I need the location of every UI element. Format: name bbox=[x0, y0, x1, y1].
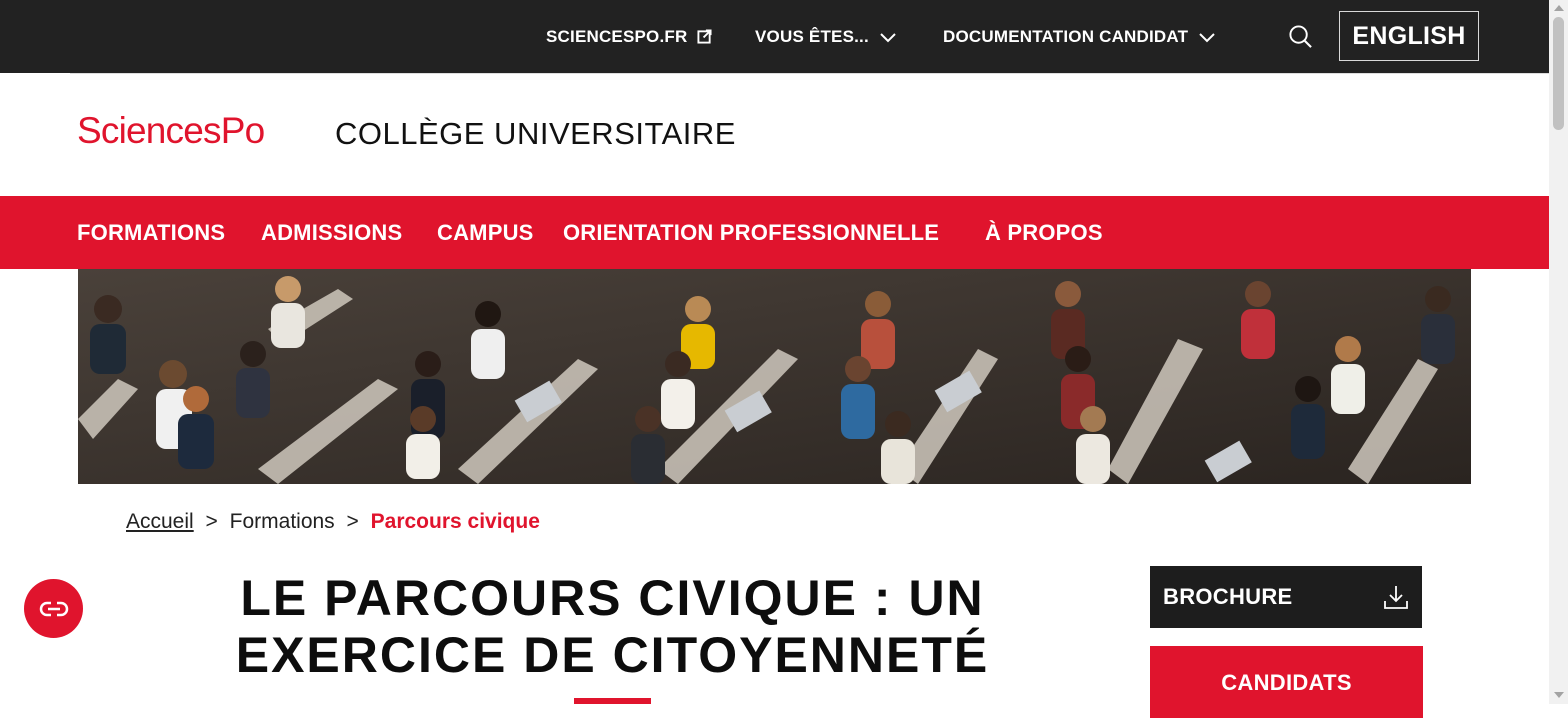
chevron-down-icon bbox=[1199, 32, 1215, 42]
breadcrumb-separator: > bbox=[205, 510, 218, 533]
top-utility-bar: SCIENCESPO.FR VOUS ÊTES... DOCUMENTATION… bbox=[0, 0, 1549, 73]
brochure-download-button[interactable]: BROCHURE bbox=[1150, 566, 1422, 628]
breadcrumb-formations: Formations bbox=[229, 510, 335, 533]
language-switch-button[interactable]: ENGLISH bbox=[1339, 11, 1479, 61]
page-scrollbar[interactable] bbox=[1549, 0, 1568, 704]
documentation-label: DOCUMENTATION CANDIDAT bbox=[943, 26, 1189, 46]
page-title-line-1: LE PARCOURS CIVIQUE : UN bbox=[240, 570, 985, 626]
divider bbox=[70, 73, 1549, 74]
sciencespo-link[interactable]: SCIENCESPO.FR bbox=[546, 0, 712, 73]
breadcrumb-current: Parcours civique bbox=[370, 510, 540, 533]
page-title-line-2: EXERCICE DE CITOYENNETÉ bbox=[235, 627, 990, 683]
scroll-thumb[interactable] bbox=[1553, 17, 1564, 130]
search-button[interactable] bbox=[1278, 0, 1313, 73]
title-accent-rule bbox=[574, 698, 651, 704]
vous-etes-label: VOUS ÊTES... bbox=[755, 26, 869, 46]
sciencespo-logo[interactable]: SciencesPo bbox=[77, 110, 265, 152]
nav-item-campus[interactable]: CAMPUS bbox=[437, 196, 534, 269]
candidats-button[interactable]: CANDIDATS bbox=[1150, 646, 1423, 718]
search-icon bbox=[1289, 25, 1312, 48]
chat-button[interactable] bbox=[24, 579, 83, 638]
main-navigation: FORMATIONS ADMISSIONS CAMPUS ORIENTATION… bbox=[0, 196, 1549, 269]
download-icon bbox=[1384, 586, 1408, 609]
external-link-icon bbox=[697, 29, 712, 44]
scroll-down-arrow[interactable] bbox=[1554, 692, 1564, 698]
nav-item-formations[interactable]: FORMATIONS bbox=[77, 196, 225, 269]
brochure-label: BROCHURE bbox=[1163, 584, 1293, 609]
nav-item-a-propos[interactable]: À PROPOS bbox=[985, 196, 1103, 269]
documentation-menu[interactable]: DOCUMENTATION CANDIDAT bbox=[943, 0, 1216, 73]
vous-etes-menu[interactable]: VOUS ÊTES... bbox=[755, 0, 897, 73]
hero-illustration bbox=[78, 269, 1471, 484]
hero-image bbox=[78, 269, 1471, 484]
scroll-up-arrow[interactable] bbox=[1554, 5, 1564, 11]
chat-icon bbox=[39, 601, 68, 616]
nav-item-orientation[interactable]: ORIENTATION PROFESSIONNELLE bbox=[563, 196, 939, 269]
nav-item-admissions[interactable]: ADMISSIONS bbox=[261, 196, 402, 269]
chevron-down-icon bbox=[880, 32, 896, 42]
site-title: COLLÈGE UNIVERSITAIRE bbox=[335, 116, 736, 151]
breadcrumb-separator: > bbox=[346, 510, 359, 533]
page-title: LE PARCOURS CIVIQUE : UN EXERCICE DE CIT… bbox=[225, 570, 1000, 684]
breadcrumb-home-link[interactable]: Accueil bbox=[126, 510, 194, 533]
breadcrumb: Accueil > Formations > Parcours civique bbox=[126, 510, 540, 534]
sciencespo-link-label: SCIENCESPO.FR bbox=[546, 26, 688, 46]
